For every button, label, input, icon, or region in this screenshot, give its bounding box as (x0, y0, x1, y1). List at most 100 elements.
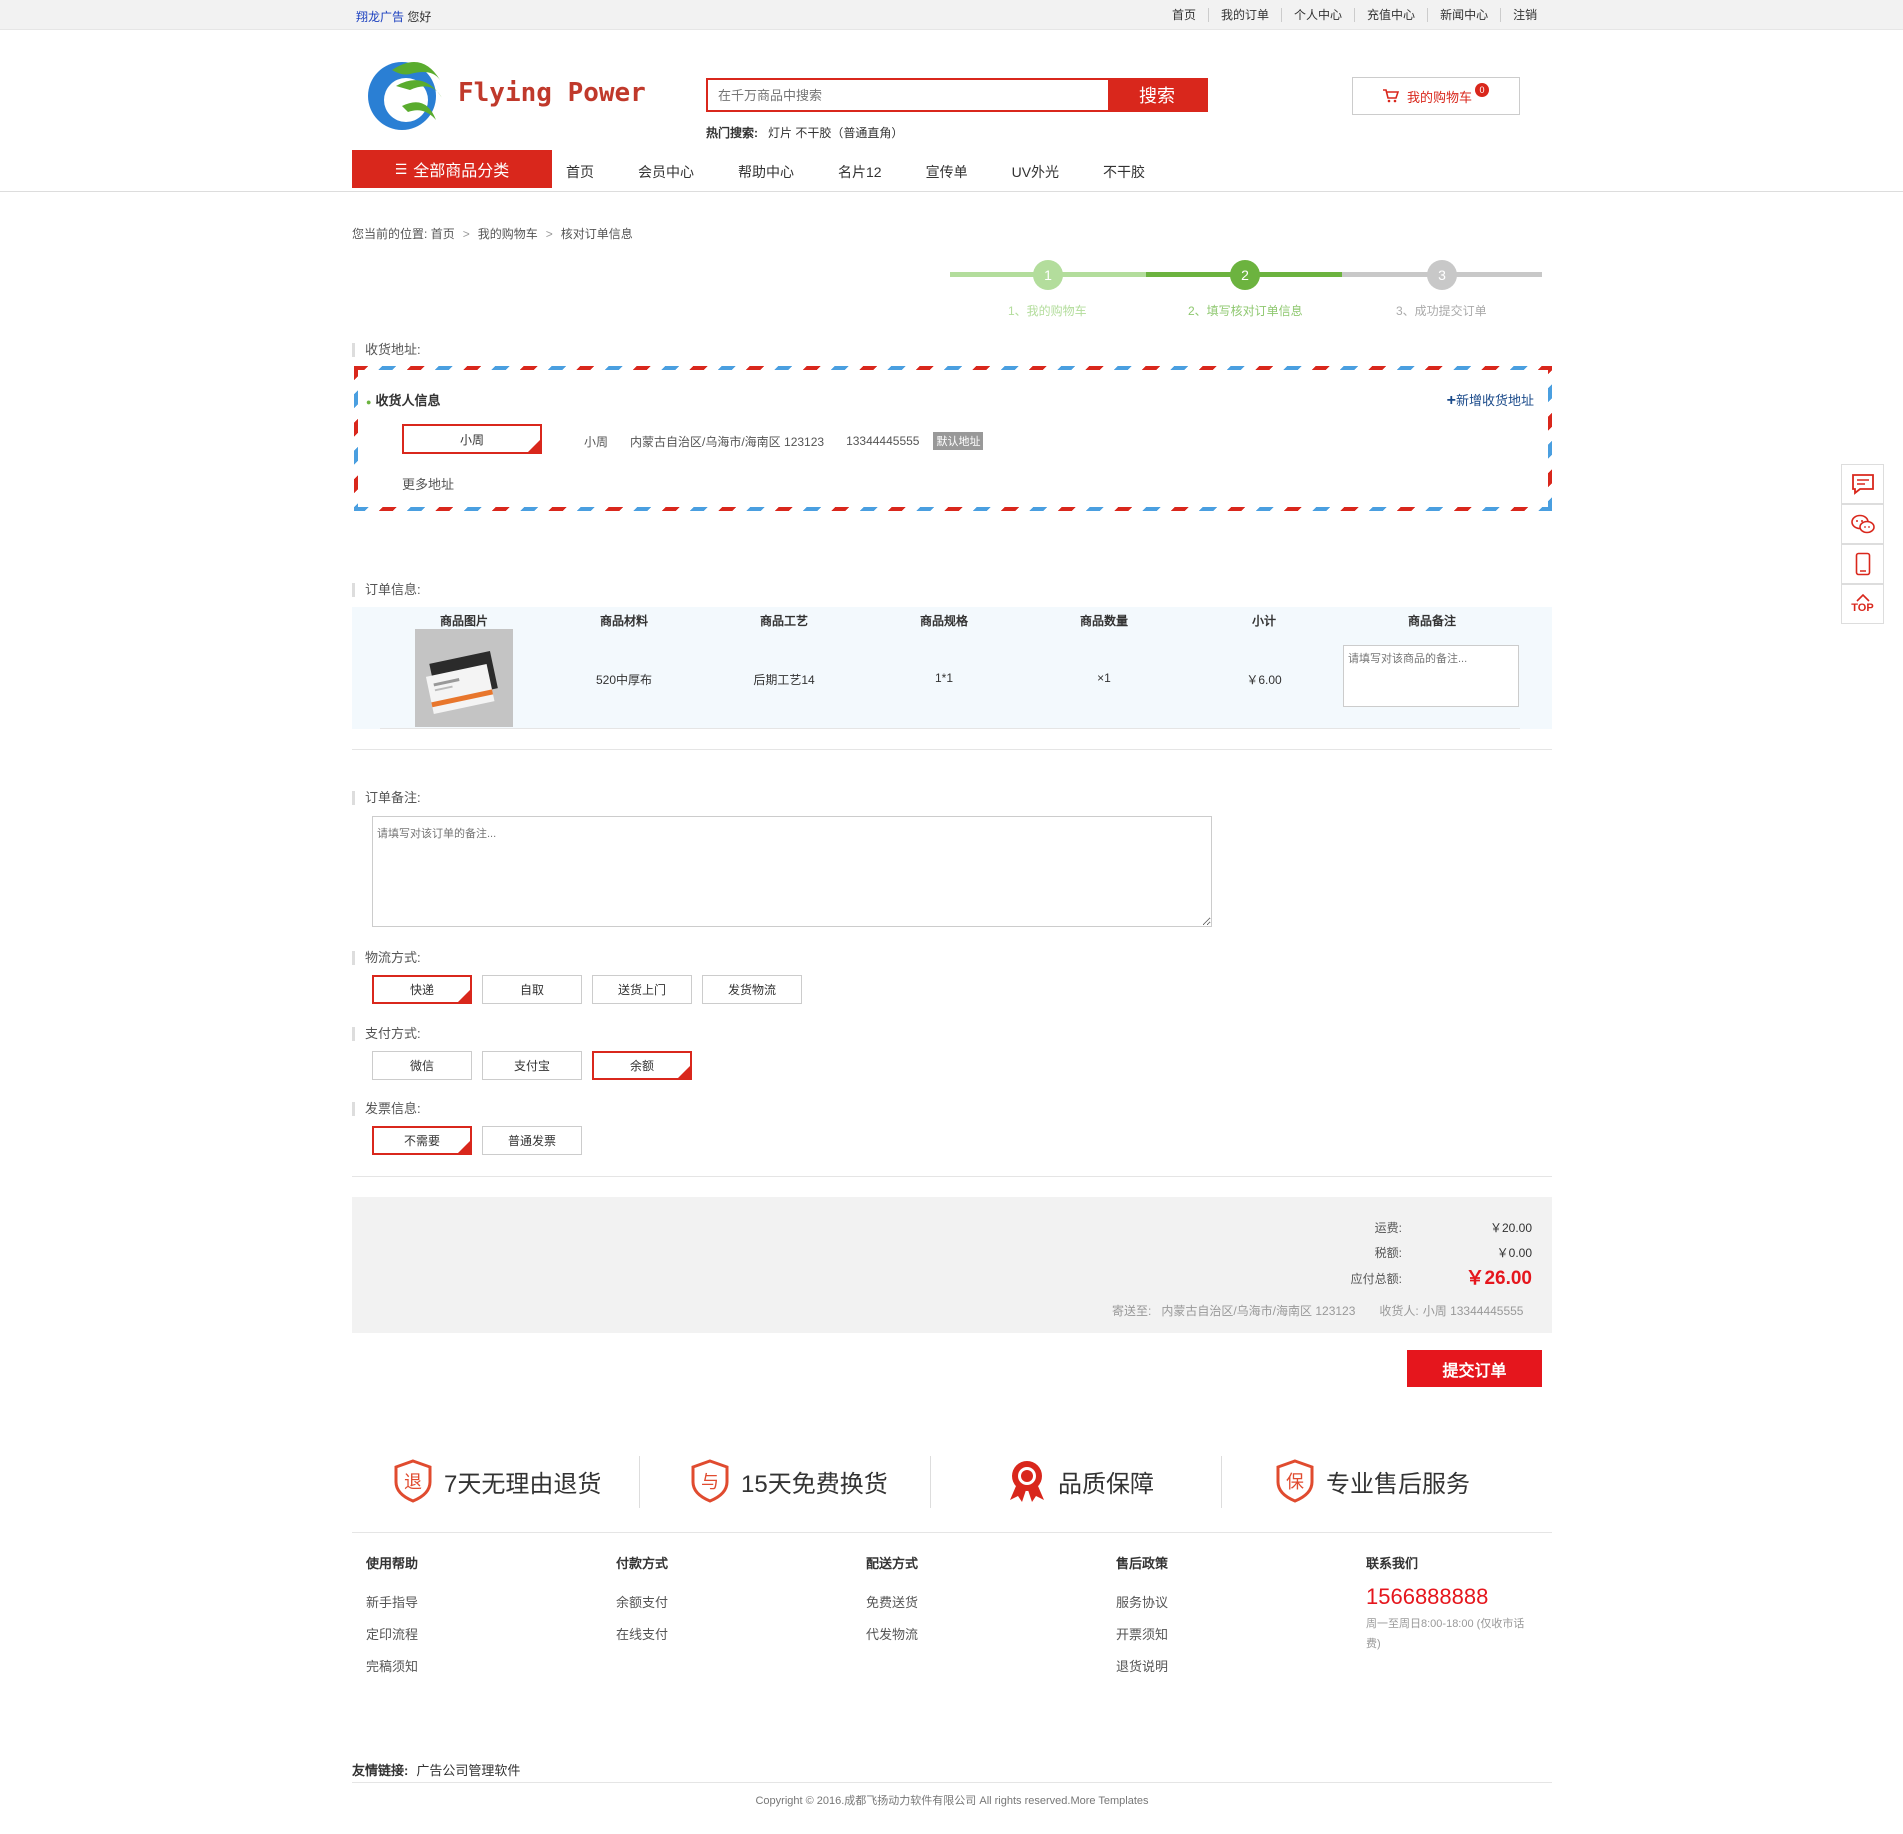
more-addresses-link[interactable]: 更多地址 (402, 474, 454, 493)
breadcrumb-home[interactable]: 首页 (431, 227, 455, 241)
footer-link[interactable]: 服务协议 (1116, 1592, 1168, 1611)
total-label: 应付总额: (1350, 1272, 1402, 1286)
shipping-section-title: 物流方式: (352, 951, 421, 965)
top-link-news[interactable]: 新闻中心 (1427, 8, 1500, 22)
side-mobile-button[interactable] (1841, 544, 1884, 584)
friend-link[interactable]: 广告公司管理软件 (416, 1763, 520, 1778)
payment-option-wechat[interactable]: 微信 (372, 1051, 472, 1080)
col-header-material: 商品材料 (599, 614, 648, 628)
svg-text:退: 退 (404, 1472, 422, 1493)
divider (352, 1782, 1552, 1783)
order-section-title: 订单信息: (352, 583, 421, 597)
return-shield-icon: 退 (394, 1459, 432, 1503)
footer-link[interactable]: 定印流程 (366, 1624, 418, 1643)
step-1-circle: 1 (1033, 260, 1063, 290)
footer-link[interactable]: 开票须知 (1116, 1624, 1168, 1643)
item-note-input[interactable] (1343, 645, 1519, 707)
cart-button[interactable]: 我的购物车 0 (1352, 77, 1520, 115)
side-top-button[interactable]: TOP (1841, 584, 1884, 624)
invoice-option-normal[interactable]: 普通发票 (482, 1126, 582, 1155)
shipping-option-pickup[interactable]: 自取 (482, 975, 582, 1004)
address-phone: 13344445555 (846, 434, 920, 448)
top-link-home[interactable]: 首页 (1160, 8, 1208, 22)
nav-item-help[interactable]: 帮助中心 (738, 162, 794, 182)
footer-link[interactable]: 在线支付 (616, 1624, 668, 1643)
footer-link[interactable]: 余额支付 (616, 1592, 668, 1611)
footer-col-aftersale: 售后政策 服务协议 开票须知 退货说明 (1116, 1556, 1169, 1675)
cell-subtotal: ￥6.00 (1246, 673, 1282, 687)
nav-item-sticker[interactable]: 不干胶 (1103, 162, 1145, 182)
nav-item-flyer[interactable]: 宣传单 (926, 162, 968, 182)
footer-col-payment: 付款方式 余额支付 在线支付 (616, 1556, 669, 1643)
shipping-option-logistics[interactable]: 发货物流 (702, 975, 802, 1004)
breadcrumb-cart[interactable]: 我的购物车 (478, 227, 538, 241)
add-address-link[interactable]: +新增收货地址 (1447, 390, 1534, 410)
shipping-option-express[interactable]: 快递 (372, 975, 472, 1004)
nav-item-member[interactable]: 会员中心 (638, 162, 694, 182)
nav-item-home[interactable]: 首页 (566, 162, 594, 182)
mobile-icon (1855, 552, 1870, 576)
order-remark-input[interactable] (372, 816, 1212, 927)
address-name: 小周 (584, 434, 609, 449)
col-header-spec: 商品规格 (919, 614, 968, 628)
address-envelope: ● 收货人信息 +新增收货地址 小周 小周 内蒙古自治区/乌海市/海南区 1231… (354, 366, 1552, 511)
footer-link[interactable]: 代发物流 (866, 1624, 918, 1643)
step-3-circle: 3 (1427, 260, 1457, 290)
receiver-title: ● 收货人信息 (366, 393, 441, 408)
search-button[interactable]: 搜索 (1108, 80, 1206, 110)
tax-label: 税额: (1374, 1246, 1402, 1260)
greeting: 翔龙广告 您好 (356, 10, 432, 24)
divider (352, 1176, 1552, 1177)
breadcrumb-current: 核对订单信息 (560, 227, 633, 241)
cell-qty: ×1 (1097, 671, 1111, 685)
divider (352, 749, 1552, 750)
logo[interactable] (362, 50, 448, 139)
nav-item-uv[interactable]: UV外光 (1012, 162, 1059, 182)
plus-icon: + (1446, 392, 1456, 409)
nav-item-card[interactable]: 名片12 (838, 162, 882, 182)
step-2-circle: 2 (1230, 260, 1260, 290)
cart-label: 我的购物车 (1406, 89, 1472, 105)
logo-icon (368, 62, 442, 130)
footer-link[interactable]: 退货说明 (1116, 1656, 1168, 1675)
top-link-logout[interactable]: 注销 (1500, 8, 1549, 22)
invoice-option-none[interactable]: 不需要 (372, 1126, 472, 1155)
contact-phone: 1566888888 (1366, 1584, 1489, 1609)
remark-section-title: 订单备注: (352, 791, 421, 805)
guarantee-exchange: 与 15天免费换货 (687, 1458, 888, 1504)
site-link[interactable]: 翔龙广告 (356, 10, 404, 24)
search-bar: 搜索 (706, 78, 1208, 112)
top-link-recharge[interactable]: 充值中心 (1354, 8, 1427, 22)
col-header-qty: 商品数量 (1079, 614, 1128, 628)
svg-text:保: 保 (1286, 1472, 1304, 1493)
payment-option-alipay[interactable]: 支付宝 (482, 1051, 582, 1080)
all-categories-button[interactable]: ☰ 全部商品分类 (352, 150, 552, 188)
side-wechat-button[interactable] (1841, 504, 1884, 544)
footer-link[interactable]: 免费送货 (866, 1592, 918, 1611)
col-header-subtotal: 小计 (1251, 614, 1276, 628)
logo-text: Flying Power (458, 78, 646, 108)
ship-receiver: 小周 13344445555 (1422, 1304, 1524, 1318)
top-link-orders[interactable]: 我的订单 (1208, 8, 1281, 22)
submit-order-button[interactable]: 提交订单 (1407, 1350, 1542, 1387)
shipping-option-delivery[interactable]: 送货上门 (592, 975, 692, 1004)
cell-craft: 后期工艺14 (753, 673, 815, 687)
main-nav: 首页 会员中心 帮助中心 名片12 宣传单 UV外光 不干胶 (566, 162, 1189, 182)
top-link-profile[interactable]: 个人中心 (1281, 8, 1354, 22)
address-option-selected[interactable]: 小周 (402, 424, 542, 454)
payment-option-balance[interactable]: 余额 (592, 1051, 692, 1080)
service-shield-icon: 保 (1276, 1459, 1314, 1503)
side-message-button[interactable] (1841, 464, 1884, 504)
chevron-up-icon (1855, 594, 1870, 602)
hot-search-terms[interactable]: 灯片 不干胶（普通直角） (768, 126, 903, 140)
copyright: Copyright © 2016.成都飞扬动力软件有限公司 All rights… (755, 1795, 1149, 1807)
footer-link[interactable]: 新手指导 (366, 1592, 418, 1611)
divider (1221, 1456, 1222, 1508)
divider (380, 728, 1520, 729)
footer-col-contact: 联系我们 1566888888 周一至周日8:00-18:00 (仅收市话费) (1366, 1553, 1536, 1654)
product-image[interactable] (415, 629, 513, 727)
footer-link[interactable]: 完稿须知 (366, 1656, 418, 1675)
search-input[interactable] (708, 80, 1108, 110)
hot-search: 热门搜索: 灯片 不干胶（普通直角） (706, 124, 903, 141)
payment-section-title: 支付方式: (352, 1027, 421, 1041)
